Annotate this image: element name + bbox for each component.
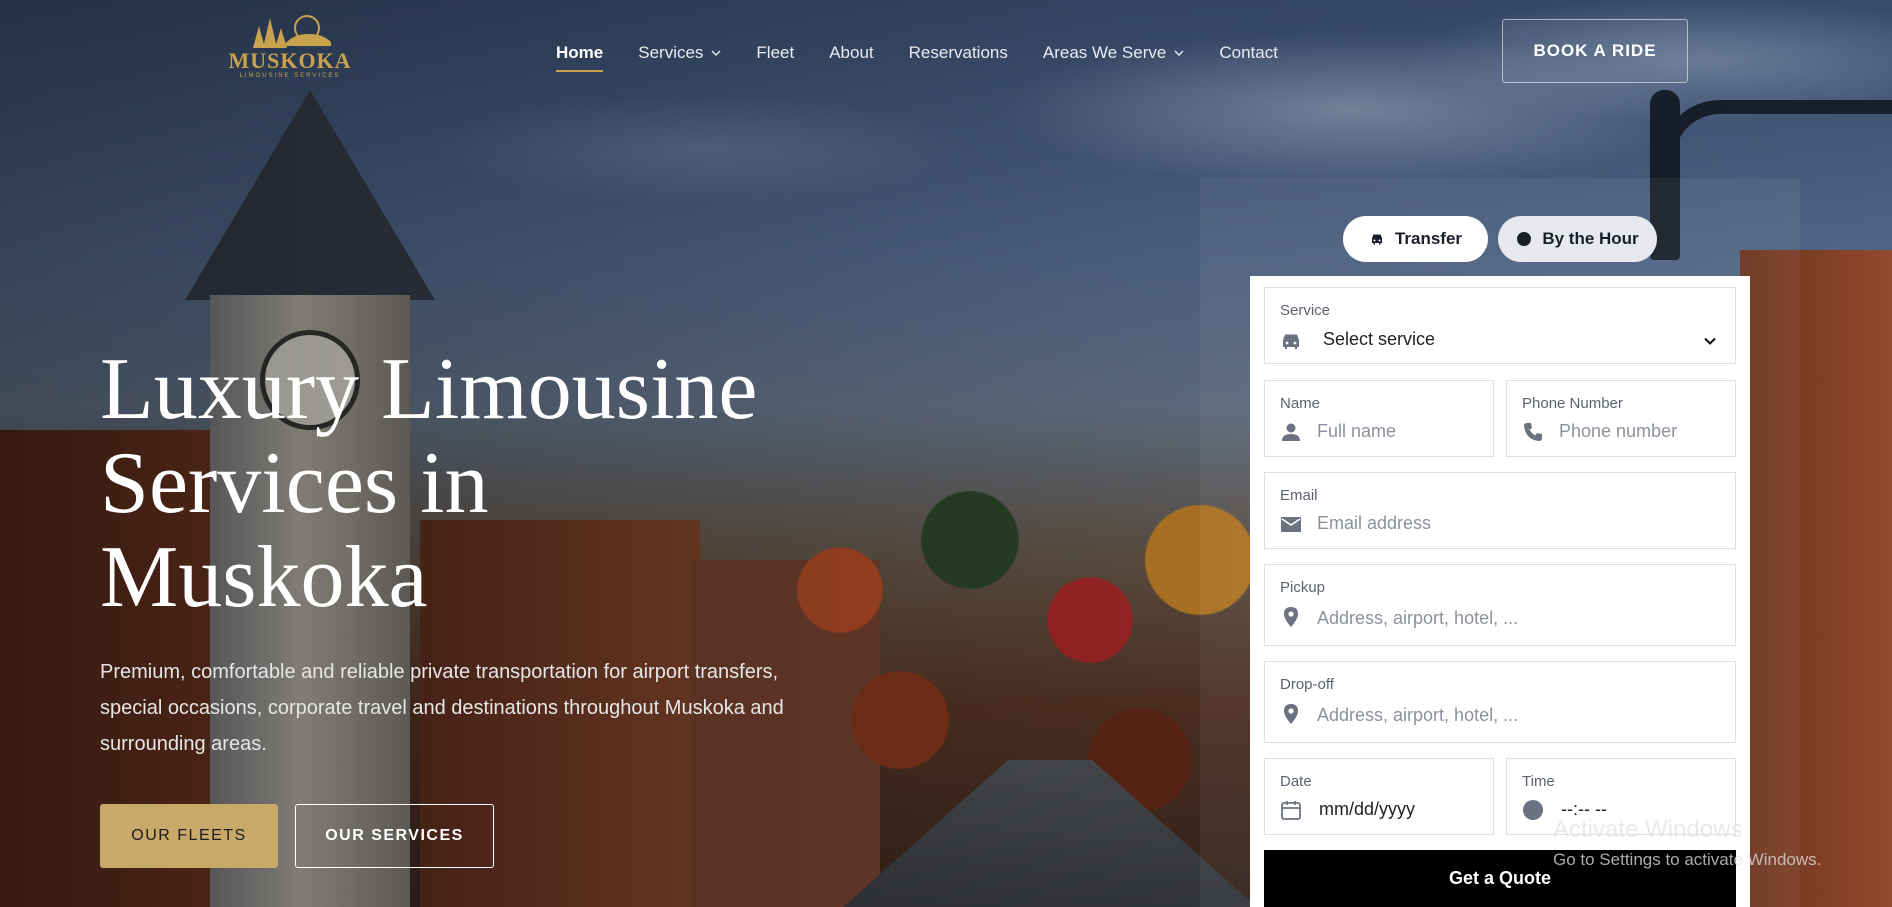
date-label: Date [1280, 773, 1312, 790]
booking-form: Service Select service Name Full name Ph… [1250, 276, 1750, 907]
watermark-title: Activate Windows [1553, 816, 1743, 843]
nav-contact-label: Contact [1219, 43, 1278, 62]
tab-hour-label: By the Hour [1542, 229, 1639, 248]
pickup-placeholder: Address, airport, hotel, ... [1317, 608, 1519, 628]
phone-field[interactable]: Phone Number Phone number [1506, 380, 1736, 457]
chevron-down-icon [711, 50, 721, 56]
email-label: Email [1280, 487, 1318, 504]
phone-placeholder: Phone number [1559, 421, 1678, 441]
logo-tagline: LIMOUSINE SERVICES [239, 73, 341, 79]
chevron-down-icon [1174, 50, 1184, 56]
logo-trees-car-icon [253, 15, 331, 48]
name-placeholder: Full name [1317, 421, 1397, 441]
phone-icon [1524, 423, 1542, 441]
nav-about-label: About [829, 43, 874, 62]
nav-reservations-label: Reservations [908, 43, 1008, 62]
hero-title: Luxury Limousine Services in Muskoka [100, 341, 758, 626]
time-label: Time [1522, 773, 1555, 790]
logo-wordmark: MUSKOKA [228, 48, 352, 73]
site-logo[interactable]: MUSKOKA LIMOUSINE SERVICES [228, 10, 352, 88]
tab-transfer[interactable]: Transfer [1343, 216, 1488, 262]
tab-transfer-label: Transfer [1394, 229, 1463, 248]
nav-areas[interactable]: Areas We Serve [1043, 40, 1184, 66]
nav-reservations[interactable]: Reservations [909, 40, 1008, 66]
tab-by-the-hour[interactable]: By the Hour [1498, 216, 1657, 262]
nav-home[interactable]: Home [556, 40, 604, 72]
service-select[interactable]: Service Select service [1264, 287, 1736, 364]
location-pin-icon [1284, 607, 1298, 627]
service-value: Select service [1323, 329, 1436, 349]
nav-about[interactable]: About [829, 40, 873, 66]
nav-services[interactable]: Services [638, 40, 721, 66]
car-icon [1371, 234, 1382, 245]
car-icon [1283, 334, 1299, 349]
nav-services-label: Services [638, 43, 704, 62]
main-nav: Home Services Fleet About Reservations A… [556, 40, 1313, 72]
nav-home-label: Home [556, 43, 604, 62]
dropoff-label: Drop-off [1280, 676, 1334, 693]
phone-label: Phone Number [1522, 395, 1623, 412]
calendar-icon [1281, 801, 1301, 820]
date-field[interactable]: Date mm/dd/yyyy [1264, 758, 1494, 835]
person-icon [1282, 423, 1300, 441]
nav-fleet-label: Fleet [756, 43, 795, 62]
nav-contact[interactable]: Contact [1219, 40, 1278, 66]
hero-subtitle: Premium, comfortable and reliable privat… [100, 661, 784, 755]
book-a-ride-button[interactable]: BOOK A RIDE [1502, 19, 1688, 83]
pickup-field[interactable]: Pickup Address, airport, hotel, ... [1264, 564, 1736, 646]
dropoff-placeholder: Address, airport, hotel, ... [1317, 705, 1519, 725]
clock-icon [1517, 232, 1532, 246]
name-label: Name [1280, 395, 1321, 412]
mail-icon [1281, 517, 1301, 532]
pickup-label: Pickup [1280, 579, 1326, 596]
our-services-button[interactable]: OUR SERVICES [295, 804, 494, 868]
nav-areas-label: Areas We Serve [1042, 43, 1167, 62]
chevron-down-icon [1704, 337, 1716, 345]
clock-icon [1523, 800, 1543, 820]
dropoff-field[interactable]: Drop-off Address, airport, hotel, ... [1264, 661, 1736, 743]
our-fleets-button[interactable]: OUR FLEETS [100, 804, 278, 868]
email-placeholder: Email address [1317, 513, 1432, 533]
date-value: mm/dd/yyyy [1319, 799, 1416, 819]
watermark-subtitle: Go to Settings to activate Windows. [1553, 850, 1822, 869]
name-field[interactable]: Name Full name [1264, 380, 1494, 457]
windows-activation-watermark: Activate Windows Go to Settings to activ… [1553, 816, 1821, 870]
nav-fleet[interactable]: Fleet [756, 40, 794, 66]
location-pin-icon [1284, 704, 1298, 724]
email-field[interactable]: Email Email address [1264, 472, 1736, 549]
service-label: Service [1280, 302, 1331, 319]
